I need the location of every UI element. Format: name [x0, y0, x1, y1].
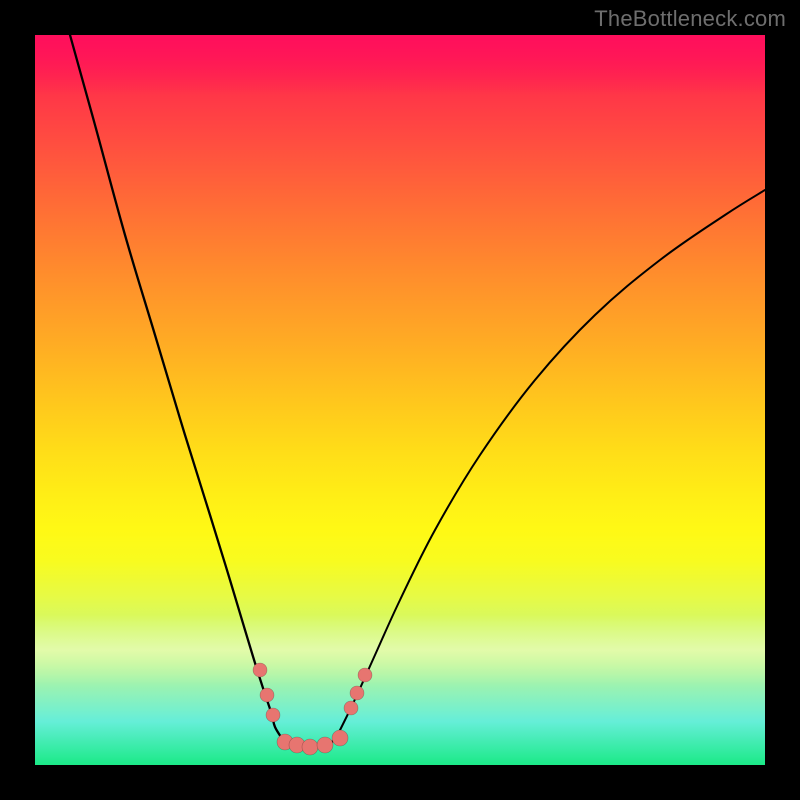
chart-stage: TheBottleneck.com: [0, 0, 800, 800]
curve-right: [335, 190, 765, 740]
data-marker: [332, 730, 348, 746]
data-marker: [266, 708, 280, 722]
chart-svg: [35, 35, 765, 765]
data-marker: [358, 668, 372, 682]
data-marker: [317, 737, 333, 753]
plot-area: [35, 35, 765, 765]
curve-left: [70, 35, 283, 740]
data-marker: [344, 701, 358, 715]
data-marker: [302, 739, 318, 755]
data-marker: [350, 686, 364, 700]
marker-group: [253, 663, 372, 755]
data-marker: [253, 663, 267, 677]
watermark-text: TheBottleneck.com: [594, 6, 786, 32]
data-marker: [260, 688, 274, 702]
